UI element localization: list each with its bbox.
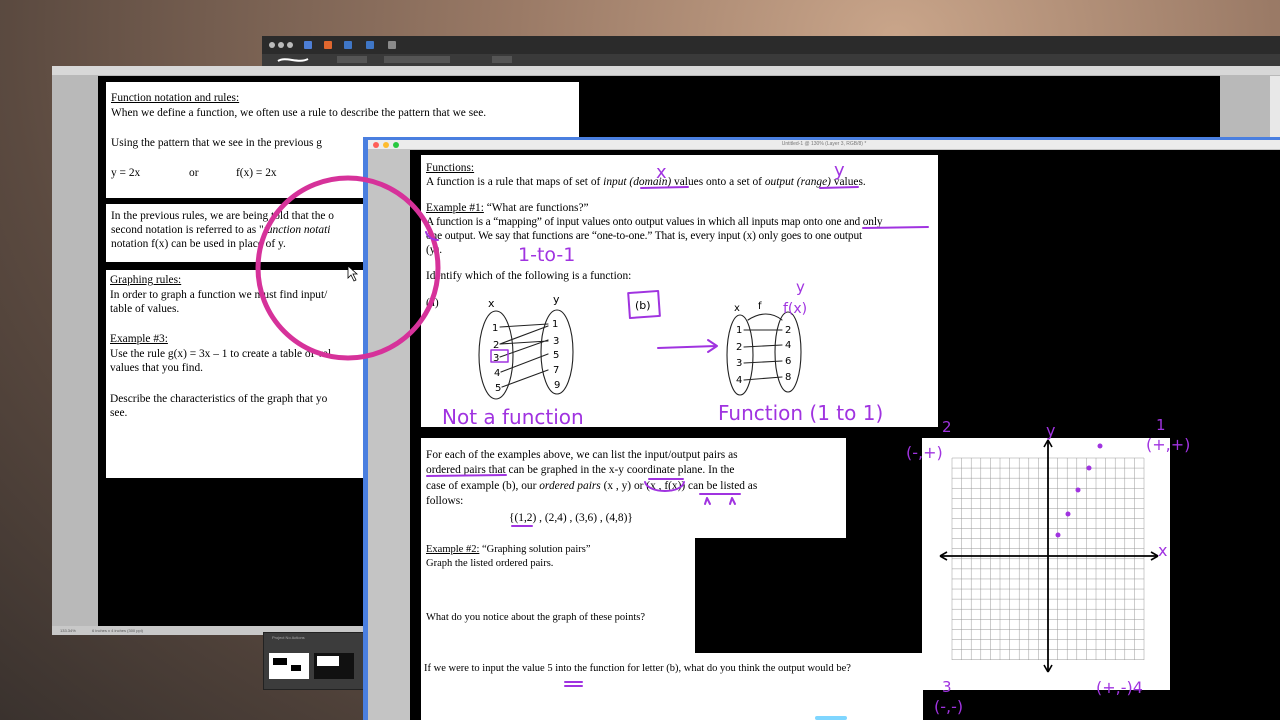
mapping-a-x5: 5 [495,383,501,394]
hand-one-to-one: 1-to-1 [518,244,575,266]
hand-axis-y: y [1046,421,1055,440]
plotted-point [1055,532,1061,538]
mapping-b-x3: 3 [736,358,742,369]
mouse-cursor-icon [347,265,359,282]
hand-sign-q3: (-,-) [934,697,963,716]
mapping-a-x1: 1 [492,323,498,334]
plotted-point [1075,487,1081,493]
option-b-label: (b) [635,299,651,312]
handwriting-annotations: x y 1-to-1 (b) y f(x) Not a function Fun… [425,160,1190,716]
plotted-point [1086,465,1092,471]
mapping-b-x4: 4 [736,375,742,386]
hand-axis-x: x [1158,541,1167,560]
mapping-b-y3: 6 [785,356,791,367]
hand-quadrant-4: (+,-)4 [1096,678,1143,697]
hand-y-mark: y [834,160,845,181]
hand-function-1to1: Function (1 to 1) [718,401,883,425]
mapping-b-y2: 4 [785,340,791,351]
mapping-b-x2: 2 [736,342,742,353]
plotted-point [1065,511,1071,517]
hand-sign-q1: (+,+) [1146,435,1190,454]
mapping-b-x-label: x [734,303,740,314]
hand-quadrant-3: 3 [942,678,952,696]
mapping-a-y1: 1 [552,319,558,330]
mapping-a-y5: 9 [554,380,560,391]
hand-sign-q2: (-,+) [906,443,943,462]
mapping-a-x4: 4 [494,368,500,379]
mapping-b-y4: 8 [785,372,791,383]
drawing-overlay: x y 1 2 3 4 5 1 3 5 7 9 x f 1 2 3 4 2 4 … [255,160,1190,716]
mapping-b-y1: 2 [785,325,791,336]
mapping-diagram-a: x y 1 2 3 4 5 1 3 5 7 9 [478,293,574,400]
hand-quadrant-1: 1 [1156,416,1166,434]
hand-x-mark: x [656,162,667,183]
mapping-a-y3: 5 [553,350,559,361]
dock-indicator [815,716,847,720]
mapping-b-f-label: f [758,301,762,312]
coordinate-grid [939,439,1159,673]
mapping-a-x-label: x [488,297,495,310]
hand-quadrant-2: 2 [942,418,952,436]
hand-y-top: y [796,278,805,296]
hand-fx-label: f(x) [783,301,807,317]
mapping-a-y-label: y [553,293,560,306]
hand-not-a-function: Not a function [442,405,584,429]
mapping-b-x1: 1 [736,325,742,336]
plotted-point [1097,443,1103,449]
mapping-a-y4: 7 [553,365,559,376]
mapping-a-y2: 3 [553,336,559,347]
